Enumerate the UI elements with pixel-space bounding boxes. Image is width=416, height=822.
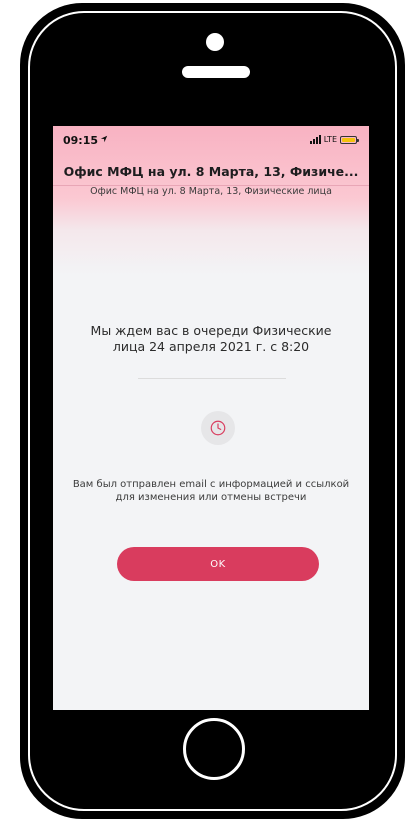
status-indicators: LTE [309, 135, 359, 144]
email-notice: Вам был отправлен email с информацией и … [72, 479, 350, 503]
location-arrow-icon [100, 135, 108, 146]
office-subtitle: Офис МФЦ на ул. 8 Марта, 13, Физические … [90, 186, 332, 197]
signal-bars-icon [309, 135, 321, 144]
status-time-text: 09:15 [63, 134, 99, 147]
home-button[interactable] [183, 718, 245, 780]
clock-badge [201, 411, 235, 445]
earpiece-speaker [182, 66, 250, 78]
phone-screen: 09:15 LTE Офис МФЦ на ул. 8 Марта, 13, Ф… [53, 126, 369, 710]
queue-message: Мы ждем вас в очереди Физические лица 24… [90, 323, 332, 354]
battery-level [342, 137, 355, 142]
stage: 09:15 LTE Офис МФЦ на ул. 8 Марта, 13, Ф… [0, 0, 416, 822]
battery-icon [340, 135, 359, 144]
clock-icon [210, 420, 226, 436]
front-camera [206, 33, 224, 51]
content-divider [138, 378, 286, 379]
status-time: 09:15 [63, 134, 108, 147]
status-bar: 09:15 LTE [53, 134, 369, 150]
ok-button[interactable]: OK [117, 547, 319, 581]
network-type: LTE [323, 135, 337, 144]
page-title: Офис МФЦ на ул. 8 Марта, 13, Физиче... [63, 164, 359, 179]
